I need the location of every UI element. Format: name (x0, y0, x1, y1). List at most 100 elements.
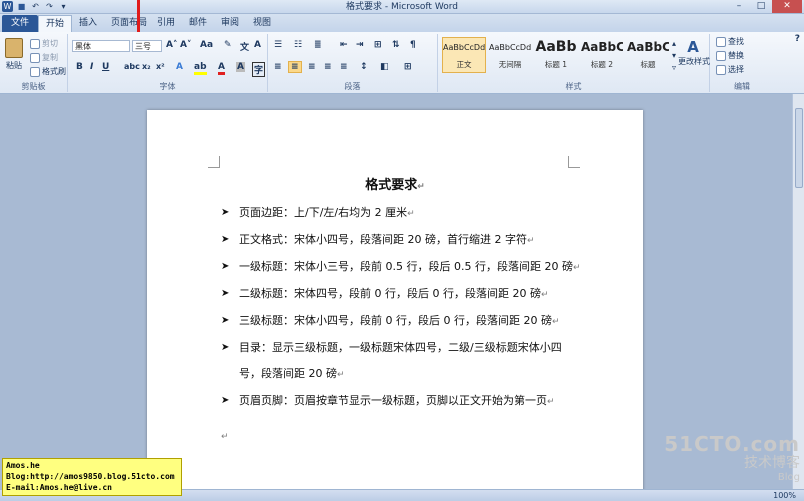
clipboard-group-label: 剪贴板 (21, 82, 46, 91)
paste-label: 粘贴 (6, 61, 22, 70)
enclose-char-icon[interactable]: 字 (252, 62, 266, 77)
style-heading-2[interactable]: AaBbC 标题 2 (580, 37, 624, 73)
list-item: ➤ 正文格式：宋体小四号，段落间距 20 磅，首行缩进 2 字符↵ (221, 227, 581, 254)
chinese-layout-icon[interactable]: ⊞ (374, 40, 382, 50)
tab-references[interactable]: 引用 (150, 15, 182, 32)
paragraph-mark-icon: ↵ (572, 263, 581, 273)
replace-button[interactable]: 替换 (716, 50, 744, 61)
justify-icon[interactable]: ≡ (324, 62, 332, 72)
cut-icon (30, 38, 40, 49)
font-group-label: 字体 (159, 82, 176, 91)
vertical-scrollbar[interactable] (792, 94, 804, 489)
subscript-icon[interactable]: x₂ (142, 62, 151, 71)
select-icon (716, 64, 726, 75)
paragraph-mark-icon: ↵ (547, 397, 555, 407)
borders-icon[interactable]: ⊞ (404, 62, 412, 72)
paste-icon (5, 38, 23, 58)
list-item: ➤ 页面边距：上/下/左/右均为 2 厘米↵ (221, 200, 581, 227)
strikethrough-icon[interactable]: abc (124, 62, 140, 71)
paragraph-mark-icon: ↵ (526, 236, 535, 246)
tab-mailings[interactable]: 邮件 (182, 15, 214, 32)
change-styles-icon: A (687, 38, 699, 56)
phonetic-guide-icon[interactable]: 文 (240, 40, 249, 53)
decrease-indent-icon[interactable]: ⇤ (340, 40, 348, 50)
char-shading-icon[interactable]: A (236, 62, 245, 72)
line-spacing-icon[interactable]: ↕ (360, 62, 368, 72)
copy-button[interactable]: 复制 (30, 52, 58, 63)
show-marks-icon[interactable]: ¶ (410, 40, 416, 50)
bullet-arrow-icon: ➤ (221, 207, 230, 218)
bullet-arrow-icon: ➤ (221, 315, 230, 326)
format-painter-button[interactable]: 格式刷 (30, 66, 66, 77)
superscript-icon[interactable]: x² (156, 62, 165, 71)
tab-view[interactable]: 视图 (246, 15, 278, 32)
font-color-icon[interactable]: A (218, 62, 225, 75)
ribbon-home: 粘贴 剪切 复制 格式刷 剪贴板 黑体 三号 A˄ A˅ Aa ✎ 文 A B … (0, 32, 804, 94)
align-left-icon[interactable]: ≡ (274, 62, 282, 72)
font-size-combo[interactable]: 三号 (132, 40, 162, 52)
paste-button[interactable]: 粘贴 (3, 38, 25, 71)
clear-format-icon[interactable]: ✎ (224, 40, 232, 50)
shading-icon[interactable]: ◧ (380, 62, 389, 72)
text-effects-icon[interactable]: A (176, 62, 183, 72)
styles-scroll-icon[interactable]: ▴ ▾ ▿ (672, 38, 676, 74)
replace-icon (716, 50, 726, 61)
find-icon (716, 36, 726, 47)
list-item-text: 目录：显示三级标题，一级标题宋体四号，二级/三级标题宋体小四号，段落间距 20 … (239, 341, 562, 380)
signature-email: E-mail:Amos.he@live.cn (6, 483, 112, 492)
maximize-icon[interactable]: □ (750, 0, 772, 13)
list-item-text: 一级标题：宋体小三号，段前 0.5 行，段后 0.5 行，段落间距 20 磅 (239, 260, 573, 273)
distribute-icon[interactable]: ≡ (340, 62, 348, 72)
numbering-icon[interactable]: ☷ (294, 40, 302, 50)
bullets-icon[interactable]: ☰ (274, 40, 282, 50)
increase-indent-icon[interactable]: ⇥ (356, 40, 364, 50)
cut-button[interactable]: 剪切 (30, 38, 58, 49)
grow-font-icon[interactable]: A˄ (166, 40, 177, 50)
change-case-icon[interactable]: Aa (200, 40, 213, 50)
change-styles-label: 更改样式 (678, 57, 710, 66)
sort-icon[interactable]: ⇅ (392, 40, 400, 50)
styles-group-label: 样式 (565, 82, 582, 91)
select-button[interactable]: 选择 (716, 64, 744, 75)
paragraph-mark-icon: ↵ (221, 432, 229, 442)
zoom-level[interactable]: 100% (773, 490, 796, 501)
copy-icon (30, 52, 40, 63)
shrink-font-icon[interactable]: A˅ (180, 40, 191, 50)
style-name: 正文 (456, 60, 472, 69)
copy-label: 复制 (42, 53, 58, 62)
style-normal[interactable]: AaBbCcDd 正文 (442, 37, 486, 73)
site-watermark: 51CTO.com 技术博客 Blog (664, 432, 800, 483)
scroll-thumb[interactable] (795, 108, 803, 188)
minimize-icon[interactable]: – (728, 0, 750, 13)
underline-icon[interactable]: U (102, 62, 109, 72)
style-title[interactable]: AaBbC 标题 (626, 37, 670, 73)
find-button[interactable]: 查找 (716, 36, 744, 47)
style-name: 无间隔 (498, 60, 522, 69)
style-name: 标题 (640, 60, 656, 69)
font-name-combo[interactable]: 黑体 (72, 40, 130, 52)
style-no-spacing[interactable]: AaBbCcDd 无间隔 (488, 37, 532, 73)
tab-review[interactable]: 审阅 (214, 15, 246, 32)
style-preview: AaBbCcDd (443, 43, 485, 52)
style-preview: AaBbC (581, 40, 623, 54)
help-icon[interactable]: ? (795, 34, 800, 44)
document-page[interactable]: 格式要求↵ ➤ 页面边距：上/下/左/右均为 2 厘米↵ ➤ 正文格式：宋体小四号，… (147, 110, 643, 501)
bold-icon[interactable]: B (76, 62, 83, 72)
paragraph-mark-icon: ↵ (337, 370, 345, 380)
list-item: ➤ 一级标题：宋体小三号，段前 0.5 行，段后 0.5 行，段落间距 20 磅↵ (221, 254, 581, 281)
style-name: 标题 2 (590, 60, 614, 69)
style-heading-1[interactable]: AaBb 标题 1 (534, 37, 578, 73)
style-preview: AaBbC (627, 40, 669, 54)
multilevel-list-icon[interactable]: ≣ (314, 40, 322, 50)
align-right-icon[interactable]: ≡ (308, 62, 316, 72)
change-styles-button[interactable]: A 更改样式 (678, 38, 710, 67)
highlight-icon[interactable]: ab (194, 62, 207, 75)
align-center-icon[interactable]: ≡ (288, 61, 302, 73)
paragraph-mark-icon: ↵ (551, 317, 560, 327)
paragraph-mark-icon: ↵ (407, 209, 415, 219)
editing-group: 查找 替换 选择 编辑 (710, 34, 774, 92)
window-controls: – □ ✕ (728, 0, 802, 13)
italic-icon[interactable]: I (90, 62, 93, 72)
close-icon[interactable]: ✕ (772, 0, 802, 13)
char-border-icon[interactable]: A (254, 40, 261, 50)
